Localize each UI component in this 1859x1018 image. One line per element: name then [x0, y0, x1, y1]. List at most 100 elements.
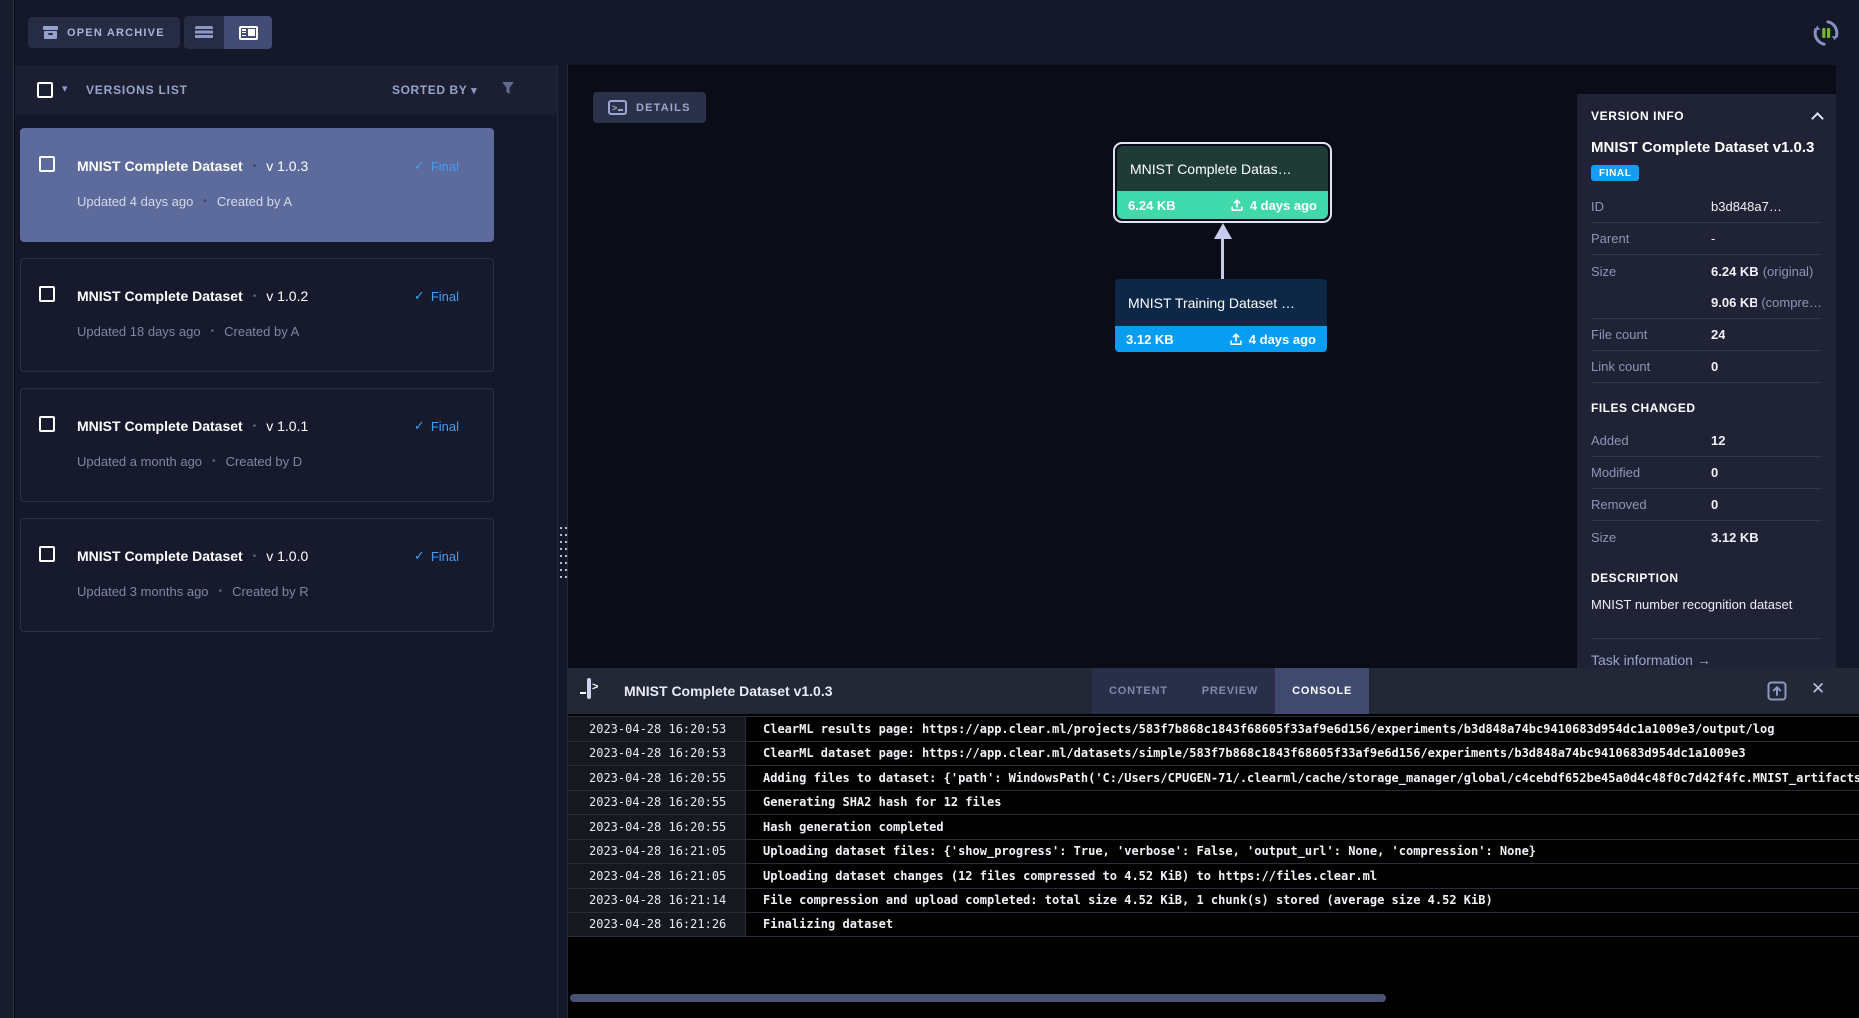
log-row: 2023-04-28 16:20:55 Adding files to data…	[568, 765, 1859, 790]
tab-preview[interactable]: PREVIEW	[1185, 668, 1275, 714]
dataset-name: MNIST Complete Dataset	[77, 548, 243, 564]
dot-separator: •	[203, 196, 207, 207]
info-row-size-original: Size 6.24 KB (original)	[1591, 255, 1822, 287]
version-card-title-row: MNIST Complete Dataset • v 1.0.1	[77, 418, 308, 434]
log-timestamp: 2023-04-28 16:21:05	[568, 864, 746, 888]
log-message: File compression and upload completed: t…	[746, 889, 1493, 913]
description-text: MNIST number recognition dataset	[1591, 597, 1822, 612]
info-row-size-compressed: 9.06 KB (compre…	[1591, 287, 1822, 319]
console-header: > MNIST Complete Dataset v1.0.3 CONTENT …	[568, 668, 1859, 714]
node-time: 4 days ago	[1250, 198, 1317, 213]
details-button[interactable]: > DETAILS	[593, 92, 706, 123]
lineage-edge-line	[1221, 239, 1224, 279]
version-card-subtitle: Updated 3 months ago • Created by R	[77, 584, 309, 599]
info-row-link-count: Link count 0	[1591, 351, 1822, 383]
divider	[1591, 638, 1822, 639]
status-badge: ✓ Final	[414, 418, 459, 434]
table-view-button[interactable]	[184, 16, 224, 49]
version-info-rows: ID b3d848a7… Parent - Size 6.24 KB (orig…	[1591, 191, 1822, 383]
terminal-icon: >	[608, 100, 627, 115]
dataset-name: MNIST Complete Dataset	[77, 418, 243, 434]
task-information-link[interactable]: Task information →	[1591, 652, 1822, 668]
log-row: 2023-04-28 16:20:53 ClearML dataset page…	[568, 741, 1859, 766]
dataset-name: MNIST Complete Dataset	[77, 158, 243, 174]
version-checkbox[interactable]	[39, 156, 55, 172]
graph-node-complete-dataset[interactable]: MNIST Complete Datas… 6.24 KB 4 days ago	[1113, 142, 1332, 223]
status-badge: ✓ Final	[414, 548, 459, 564]
node-title: MNIST Complete Datas…	[1117, 146, 1328, 191]
version-info-title: MNIST Complete Dataset v1.0.3	[1591, 139, 1822, 156]
popout-icon[interactable]	[1767, 681, 1787, 706]
node-time: 4 days ago	[1249, 332, 1316, 347]
panel-splitter[interactable]	[557, 65, 568, 1018]
dot-separator: •	[211, 326, 215, 337]
clearml-dataset-app: OPEN ARCHIVE ▾ VERSIONS LIS	[0, 0, 1859, 1018]
version-info-header: VERSION INFO	[1591, 109, 1684, 123]
version-checkbox[interactable]	[39, 416, 55, 432]
log-timestamp: 2023-04-28 16:20:55	[568, 791, 746, 815]
tab-content[interactable]: CONTENT	[1092, 668, 1185, 714]
auto-refresh-button[interactable]	[1805, 12, 1847, 54]
info-row-modified: Modified 0	[1591, 457, 1822, 489]
node-footer: 6.24 KB 4 days ago	[1117, 191, 1328, 219]
sorted-by-dropdown[interactable]: SORTED BY ▾	[392, 83, 477, 97]
version-number: v 1.0.3	[266, 158, 308, 174]
dataset-name: MNIST Complete Dataset	[77, 288, 243, 304]
console-panel: > MNIST Complete Dataset v1.0.3 CONTENT …	[568, 668, 1859, 1018]
splitter-drag-handle-icon[interactable]	[560, 527, 562, 529]
created-text: Created by A	[224, 324, 299, 339]
dot-separator: •	[253, 421, 257, 432]
versions-list-header: ▾ VERSIONS LIST SORTED BY ▾	[15, 65, 557, 115]
dot-separator: •	[212, 456, 216, 467]
files-changed-header: FILES CHANGED	[1591, 401, 1822, 415]
version-card-v1-0-0[interactable]: MNIST Complete Dataset • v 1.0.0 ✓ Final…	[20, 518, 494, 632]
version-card-title-row: MNIST Complete Dataset • v 1.0.3	[77, 158, 308, 174]
node-title: MNIST Training Dataset …	[1115, 279, 1327, 326]
created-text: Created by D	[226, 454, 303, 469]
version-card-v1-0-1[interactable]: MNIST Complete Dataset • v 1.0.1 ✓ Final…	[20, 388, 494, 502]
details-label: DETAILS	[636, 102, 691, 114]
version-checkbox[interactable]	[39, 546, 55, 562]
log-message: Generating SHA2 hash for 12 files	[746, 791, 1001, 815]
version-number: v 1.0.1	[266, 418, 308, 434]
log-row: 2023-04-28 16:20:55 Hash generation comp…	[568, 814, 1859, 839]
log-message: Uploading dataset files: {'show_progress…	[746, 840, 1536, 864]
console-tabs: CONTENT PREVIEW CONSOLE	[1092, 668, 1369, 714]
console-log: 2023-04-28 16:20:53 ClearML results page…	[568, 716, 1859, 937]
log-row: 2023-04-28 16:21:14 File compression and…	[568, 888, 1859, 913]
node-footer: 3.12 KB 4 days ago	[1115, 326, 1327, 352]
check-icon: ✓	[414, 288, 425, 304]
horizontal-scrollbar-thumb[interactable]	[570, 994, 1386, 1002]
horizontal-scrollbar[interactable]	[568, 993, 1859, 1003]
tab-console[interactable]: CONSOLE	[1275, 668, 1369, 714]
node-size: 3.12 KB	[1126, 332, 1174, 347]
log-timestamp: 2023-04-28 16:20:55	[568, 766, 746, 790]
log-timestamp: 2023-04-28 16:20:53	[568, 742, 746, 766]
version-card-v1-0-3[interactable]: MNIST Complete Dataset • v 1.0.3 ✓ Final…	[20, 128, 494, 242]
sorted-by-caret-icon: ▾	[471, 85, 477, 97]
log-row: 2023-04-28 16:20:55 Generating SHA2 hash…	[568, 790, 1859, 815]
created-text: Created by R	[232, 584, 309, 599]
close-icon[interactable]: ✕	[1811, 679, 1825, 699]
topbar: OPEN ARCHIVE	[15, 0, 1859, 65]
graph-node-training-dataset[interactable]: MNIST Training Dataset … 3.12 KB 4 days …	[1115, 279, 1327, 352]
split-view-button[interactable]	[224, 16, 272, 49]
info-row-file-count: File count 24	[1591, 319, 1822, 351]
refresh-pause-icon	[1808, 15, 1844, 51]
info-row-parent: Parent -	[1591, 223, 1822, 255]
dot-separator: •	[253, 551, 257, 562]
open-archive-button[interactable]: OPEN ARCHIVE	[28, 17, 180, 48]
version-card-subtitle: Updated 4 days ago • Created by A	[77, 194, 292, 209]
log-row: 2023-04-28 16:21:05 Uploading dataset fi…	[568, 839, 1859, 864]
log-row: 2023-04-28 16:21:05 Uploading dataset ch…	[568, 863, 1859, 888]
collapse-chevron-icon[interactable]	[1811, 112, 1824, 125]
filter-icon[interactable]	[501, 81, 515, 101]
log-timestamp: 2023-04-28 16:21:26	[568, 913, 746, 936]
version-card-v1-0-2[interactable]: MNIST Complete Dataset • v 1.0.2 ✓ Final…	[20, 258, 494, 372]
select-all-checkbox[interactable]	[37, 82, 53, 98]
versions-panel: ▾ VERSIONS LIST SORTED BY ▾ MNIST Comple…	[15, 65, 557, 1018]
info-row-changed-size: Size 3.12 KB	[1591, 521, 1822, 553]
version-checkbox[interactable]	[39, 286, 55, 302]
log-message: ClearML results page: https://app.clear.…	[746, 717, 1774, 741]
select-all-caret-icon[interactable]: ▾	[62, 82, 68, 95]
